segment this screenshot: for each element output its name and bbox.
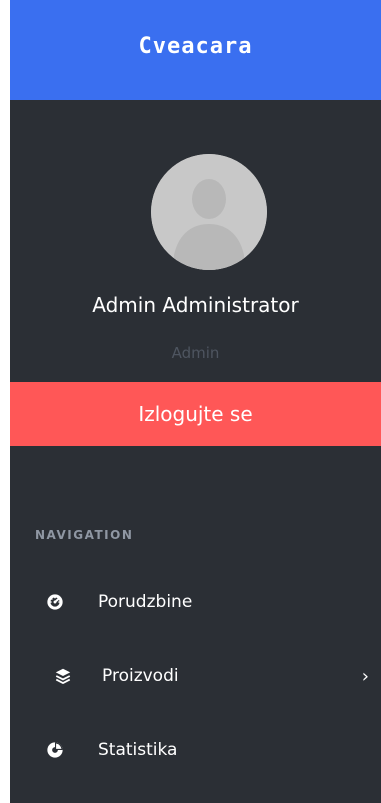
chevron-right-icon: › bbox=[361, 665, 369, 687]
nav-item-statistika[interactable]: Statistika bbox=[10, 730, 381, 770]
sidebar: Cveacara Admin Administrator Admin Izlog… bbox=[10, 0, 381, 803]
logout-button[interactable]: Izlogujte se bbox=[10, 382, 381, 446]
brand-header: Cveacara bbox=[10, 0, 381, 100]
profile-section: Admin Administrator Admin bbox=[10, 100, 381, 382]
user-silhouette-icon bbox=[151, 154, 267, 270]
app-title[interactable]: Cveacara bbox=[139, 34, 253, 59]
left-gutter bbox=[0, 0, 10, 803]
nav-label-statistika: Statistika bbox=[98, 740, 178, 760]
profile-name: Admin Administrator bbox=[92, 293, 299, 317]
avatar bbox=[151, 154, 267, 270]
nav-item-proizvodi[interactable]: Proizvodi › bbox=[10, 656, 381, 696]
nav-item-porudzbine[interactable]: Porudzbine bbox=[10, 582, 381, 622]
dashboard-icon bbox=[45, 592, 65, 612]
layers-icon bbox=[53, 666, 73, 686]
nav-label-porudzbine: Porudzbine bbox=[98, 592, 193, 612]
pie-chart-icon bbox=[45, 740, 65, 760]
nav-label-proizvodi: Proizvodi bbox=[102, 666, 179, 686]
app-frame: Cveacara Admin Administrator Admin Izlog… bbox=[0, 0, 381, 803]
navigation-heading: NAVIGATION bbox=[35, 528, 134, 542]
profile-role: Admin bbox=[171, 344, 220, 362]
